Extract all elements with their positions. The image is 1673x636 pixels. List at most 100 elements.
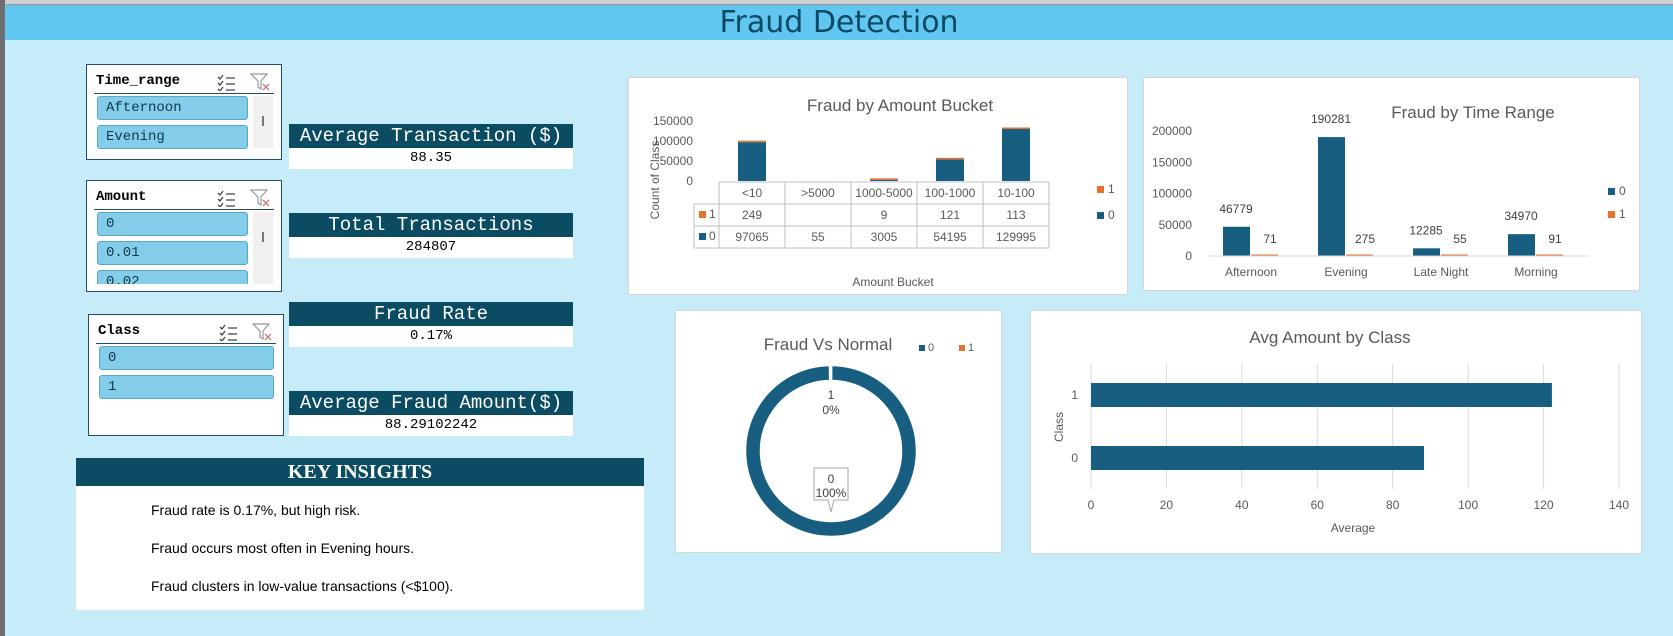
data-label: 55: [811, 230, 825, 244]
legend-label: 1: [968, 342, 974, 354]
slicer-item[interactable]: Afternoon: [97, 96, 248, 120]
x-tick-label: 40: [1235, 498, 1249, 512]
legend-key-class-0: [1097, 212, 1104, 219]
legend-key-class-0: [919, 345, 925, 351]
chart-title: Avg Amount by Class: [1249, 328, 1410, 347]
chart-card-fraud-vs-normal[interactable]: Fraud Vs Normal 1 0% 0 100% 0 1: [675, 310, 1002, 553]
x-tick-label: 140: [1609, 498, 1629, 512]
slicer-item[interactable]: 1: [99, 375, 274, 399]
legend-key-class-1: [699, 211, 706, 218]
bar-class-1: [936, 157, 964, 160]
data-label: 91: [1548, 232, 1562, 246]
data-label: 97065: [735, 230, 769, 244]
y-tick-label: 0: [686, 174, 693, 188]
x-tick-label: 80: [1386, 498, 1400, 512]
slicer-time-range[interactable]: Time_range Afternoon Evening: [86, 64, 282, 160]
slicer-item[interactable]: 0.02: [97, 270, 248, 284]
chart-card-amount-bucket[interactable]: Fraud by Amount Bucket Count of Class Am…: [628, 77, 1128, 295]
slicer-title: Class: [98, 323, 141, 339]
data-label: 249: [742, 208, 762, 222]
slicer-class[interactable]: Class 0 1: [88, 314, 284, 436]
legend-key-class-1: [959, 345, 965, 351]
slicer-item[interactable]: Evening: [97, 125, 248, 149]
kpi-value: 0.17%: [289, 326, 573, 347]
legend-key-class-1: [1608, 211, 1615, 218]
multi-select-icon[interactable]: [218, 323, 238, 341]
legend-key-class-0: [699, 233, 706, 240]
slicer-scrollbar[interactable]: [253, 212, 273, 284]
kpi-value: 284807: [289, 237, 573, 258]
chart-title: Fraud by Amount Bucket: [807, 96, 993, 115]
x-tick-label: 20: [1160, 498, 1174, 512]
clear-filter-icon[interactable]: [252, 323, 272, 341]
avg-amount-chart: Avg Amount by Class Class Average 0 20 40 6…: [1052, 328, 1629, 535]
y-tick-label: 50000: [1159, 218, 1193, 232]
slice-percent-label: 100%: [816, 486, 847, 500]
slicer-header: Amount: [94, 187, 274, 210]
clear-filter-icon[interactable]: [250, 73, 270, 91]
y-tick-label: 100000: [653, 134, 693, 148]
kpi-label: Average Fraud Amount($): [289, 391, 573, 415]
data-label: 3005: [871, 230, 898, 244]
data-label: 71: [1263, 232, 1277, 246]
bar-class-0: [936, 159, 964, 181]
x-tick-label: Morning: [1514, 265, 1557, 279]
slice-percent-label: 0%: [822, 403, 840, 417]
multi-select-icon[interactable]: [216, 189, 236, 207]
clear-filter-icon[interactable]: [250, 189, 270, 207]
time-range-chart: Fraud by Time Range 0 50000 100000 150000 20…: [1152, 103, 1626, 279]
legend-label: 0: [1619, 184, 1626, 198]
bar-class-0: [870, 179, 898, 181]
x-axis-label: Average: [1331, 521, 1376, 535]
bar-class-0: [1002, 129, 1030, 181]
data-label: 190281: [1311, 112, 1351, 126]
legend-label: 1: [1619, 207, 1626, 221]
insight-line: Fraud rate is 0.17%, but high risk.: [151, 502, 361, 518]
x-axis-label: Amount Bucket: [852, 275, 934, 289]
sheet-left-border: [0, 0, 5, 636]
fraud-vs-normal-chart: Fraud Vs Normal 10%0100%0 1: [743, 335, 974, 539]
slicer-item[interactable]: 0: [97, 212, 248, 236]
slice-name-label: 0: [828, 472, 835, 486]
chart-card-avg-amount[interactable]: Avg Amount by Class Class Average 0 20 40 6…: [1030, 310, 1642, 554]
data-label: 54195: [933, 230, 967, 244]
bar-class-1: [870, 178, 898, 180]
y-tick-label: 1: [1071, 388, 1078, 402]
slicer-item[interactable]: 0.01: [97, 241, 248, 265]
bar-class-0: [1508, 234, 1535, 256]
x-tick-label: 1000-5000: [855, 186, 913, 200]
multi-select-icon[interactable]: [216, 73, 236, 91]
y-tick-label: 100000: [1152, 187, 1192, 201]
slicer-amount[interactable]: Amount 0 0.01 0.02: [86, 180, 282, 292]
donut-slice-class-1: [828, 363, 833, 383]
slice-name-label: 1: [828, 388, 835, 402]
data-label: 34970: [1504, 209, 1538, 223]
data-label: 275: [1355, 232, 1375, 246]
y-tick-label: 150000: [653, 114, 693, 128]
chart-title: Fraud by Time Range: [1391, 103, 1554, 122]
bar-class-0: [1413, 248, 1440, 256]
slicer-item[interactable]: 0: [99, 346, 274, 370]
legend-key-class-1: [1097, 186, 1104, 193]
chart-title: Fraud Vs Normal: [764, 335, 892, 354]
x-tick-label: 10-100: [997, 186, 1035, 200]
insight-line: Fraud clusters in low-value transactions…: [151, 578, 454, 594]
legend-label: 0: [709, 229, 716, 243]
bar-class-0: [1091, 446, 1424, 470]
x-tick-label: 0: [1088, 498, 1095, 512]
kpi-value: 88.35: [289, 148, 573, 169]
chart-card-time-range[interactable]: Fraud by Time Range 0 50000 100000 150000 20…: [1143, 77, 1640, 291]
legend-label: 0: [1108, 208, 1115, 222]
y-tick-label: 0: [1071, 451, 1078, 465]
y-axis-label: Count of Class: [648, 141, 662, 220]
slicer-title: Time_range: [96, 73, 181, 89]
kpi-label: Average Transaction ($): [289, 124, 573, 148]
x-tick-label: Late Night: [1414, 265, 1469, 279]
legend-label: 1: [1108, 182, 1115, 196]
dashboard-title: Fraud Detection: [5, 5, 1673, 40]
x-tick-label: <10: [742, 186, 763, 200]
legend-label: 1: [709, 207, 716, 221]
slicer-scrollbar[interactable]: [253, 96, 273, 148]
bar-class-0: [1223, 226, 1250, 256]
legend-key-class-0: [1608, 188, 1615, 195]
